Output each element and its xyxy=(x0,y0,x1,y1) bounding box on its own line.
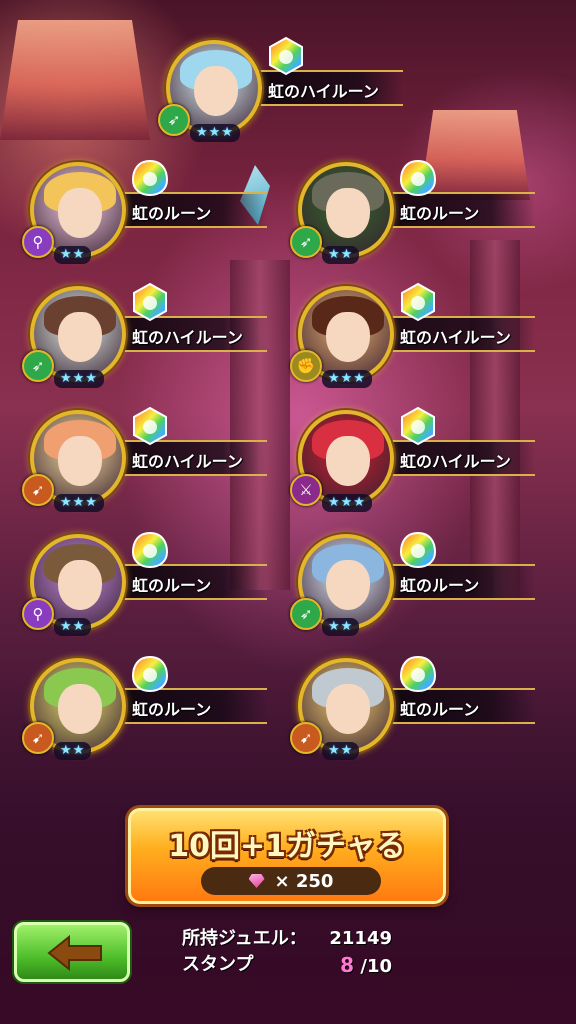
back-button[interactable] xyxy=(14,922,130,982)
bow-icon: ➹ xyxy=(290,722,322,754)
reward-label: 虹のハイルーン xyxy=(400,452,511,471)
reward-label: 虹のルーン xyxy=(132,700,212,719)
leaf-icon: ➶ xyxy=(290,226,322,258)
reward-label: 虹のルーン xyxy=(132,576,212,595)
gacha-button-label: 10回+1ガチャる xyxy=(168,829,406,864)
reward-card[interactable]: ⚲ ★★ 虹のルーン xyxy=(22,528,272,638)
portrait-face xyxy=(58,188,102,238)
portrait-face xyxy=(58,684,102,734)
reward-card[interactable]: ➶ ★★ 虹のルーン xyxy=(290,156,540,266)
bow-icon: ➹ xyxy=(22,722,54,754)
reward-card[interactable]: ➶ ★★ 虹のルーン xyxy=(290,528,540,638)
rarity-stars: ★★★ xyxy=(54,494,104,512)
rainbow-rune-icon xyxy=(133,282,167,322)
rarity-stars: ★★ xyxy=(54,742,92,760)
jewel-label: 所持ジュエル： xyxy=(182,928,307,949)
reward-card[interactable]: ➹ ★★★ 虹のハイルーン xyxy=(22,404,272,514)
rainbow-rune-icon xyxy=(133,406,167,446)
portrait-face xyxy=(58,312,102,362)
portrait-face xyxy=(326,188,370,238)
jewel-value: 21149 xyxy=(329,928,392,949)
rarity-stars: ★★★ xyxy=(322,370,372,388)
rarity-stars: ★★ xyxy=(54,618,92,636)
reward-label: 虹のハイルーン xyxy=(132,452,243,471)
reward-label: 虹のルーン xyxy=(400,576,480,595)
rainbow-rune-icon xyxy=(401,282,435,322)
stamp-progress: 8 /10 xyxy=(340,952,392,978)
portrait-face xyxy=(326,684,370,734)
reward-card[interactable]: ➹ ★★ 虹のルーン xyxy=(22,652,272,762)
fist-icon: ✊ xyxy=(290,350,322,382)
rainbow-rune-icon xyxy=(131,531,169,569)
reward-label: 虹のハイルーン xyxy=(400,328,511,347)
gacha-10plus1-button[interactable]: 10回+1ガチャる × 250 xyxy=(128,808,446,904)
portrait-face xyxy=(326,312,370,362)
leaf-icon: ➶ xyxy=(22,350,54,382)
portrait-face xyxy=(326,560,370,610)
back-arrow-icon xyxy=(47,935,102,971)
stamp-total: /10 xyxy=(360,956,392,977)
rainbow-rune-icon xyxy=(131,655,169,693)
rainbow-rune-icon xyxy=(399,159,437,197)
gacha-cost: × 250 xyxy=(201,867,381,895)
gacha-cost-value: × 250 xyxy=(274,870,334,892)
reward-card[interactable]: ⚔ ★★★ 虹のハイルーン xyxy=(290,404,540,514)
rainbow-rune-icon xyxy=(269,36,303,76)
rainbow-rune-icon xyxy=(399,531,437,569)
reward-label: 虹のハイルーン xyxy=(132,328,243,347)
reward-label: 虹のルーン xyxy=(400,700,480,719)
staff-icon: ⚲ xyxy=(22,598,54,630)
portrait-face xyxy=(194,66,238,116)
reward-label: 虹のハイルーン xyxy=(268,82,379,101)
bow-icon: ➹ xyxy=(22,474,54,506)
reward-label: 虹のルーン xyxy=(132,204,212,223)
rarity-stars: ★★★ xyxy=(322,494,372,512)
stamp-current: 8 xyxy=(340,953,355,977)
rainbow-rune-icon xyxy=(131,159,169,197)
leaf-icon: ➶ xyxy=(290,598,322,630)
rarity-stars: ★★ xyxy=(322,246,360,264)
portrait-face xyxy=(326,436,370,486)
reward-card[interactable]: ✊ ★★★ 虹のハイルーン xyxy=(290,280,540,390)
rainbow-rune-icon xyxy=(401,406,435,446)
rarity-stars: ★★ xyxy=(322,618,360,636)
portrait-face xyxy=(58,560,102,610)
jewel-icon xyxy=(248,874,265,888)
rarity-stars: ★★★ xyxy=(54,370,104,388)
leaf-icon: ➶ xyxy=(158,104,190,136)
rarity-stars: ★★ xyxy=(322,742,360,760)
rainbow-rune-icon xyxy=(399,655,437,693)
sword-icon: ⚔ xyxy=(290,474,322,506)
stamp-row: スタンプ 8 /10 xyxy=(182,952,392,978)
rarity-stars: ★★★ xyxy=(190,124,240,142)
portrait-face xyxy=(58,436,102,486)
staff-icon: ⚲ xyxy=(22,226,54,258)
rarity-stars: ★★ xyxy=(54,246,92,264)
stamp-label: スタンプ xyxy=(182,954,254,975)
reward-label: 虹のルーン xyxy=(400,204,480,223)
reward-card[interactable]: ➶ ★★★ 虹のハイルーン xyxy=(158,34,408,144)
jewel-row: 所持ジュエル： 21149 xyxy=(182,926,392,952)
currency-info: 所持ジュエル： 21149 スタンプ 8 /10 xyxy=(182,926,392,978)
reward-card[interactable]: ➹ ★★ 虹のルーン xyxy=(290,652,540,762)
reward-card[interactable]: ➶ ★★★ 虹のハイルーン xyxy=(22,280,272,390)
ceiling-lamp xyxy=(0,20,150,140)
reward-card[interactable]: ⚲ ★★ 虹のルーン xyxy=(22,156,272,266)
